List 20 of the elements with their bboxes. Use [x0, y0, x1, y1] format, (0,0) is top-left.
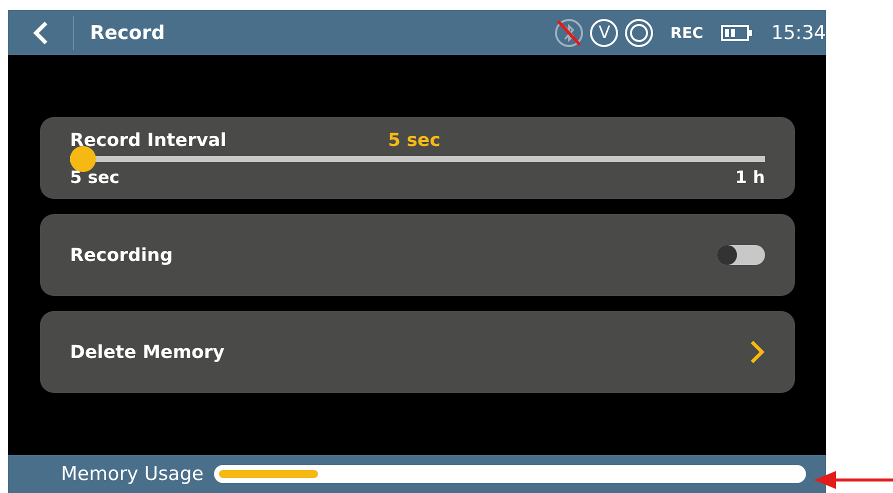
- slider-max-label: 1 h: [735, 168, 765, 188]
- v-icon: V: [590, 18, 618, 46]
- battery-icon: [721, 24, 754, 40]
- setting-label: Recording: [70, 244, 174, 266]
- interval-value: 5 sec: [388, 130, 440, 150]
- rec-label: REC: [670, 24, 704, 42]
- clock-time: 15:34: [771, 22, 826, 44]
- chevron-right-icon: [749, 339, 765, 365]
- setting-label: Delete Memory: [70, 342, 226, 362]
- chevron-left-icon: [32, 20, 50, 46]
- interval-slider[interactable]: [70, 146, 765, 172]
- slider-thumb[interactable]: [70, 146, 96, 172]
- setting-label: Record Interval: [70, 130, 226, 150]
- memory-usage-label: Memory Usage: [61, 463, 204, 485]
- recording-toggle[interactable]: [717, 245, 765, 265]
- slider-min-label: 5 sec: [70, 168, 120, 188]
- bluetooth-off-icon: [554, 18, 584, 48]
- delete-memory-card[interactable]: Delete Memory: [40, 311, 795, 393]
- screen-title: Record: [90, 22, 166, 44]
- record-icon: [624, 18, 654, 48]
